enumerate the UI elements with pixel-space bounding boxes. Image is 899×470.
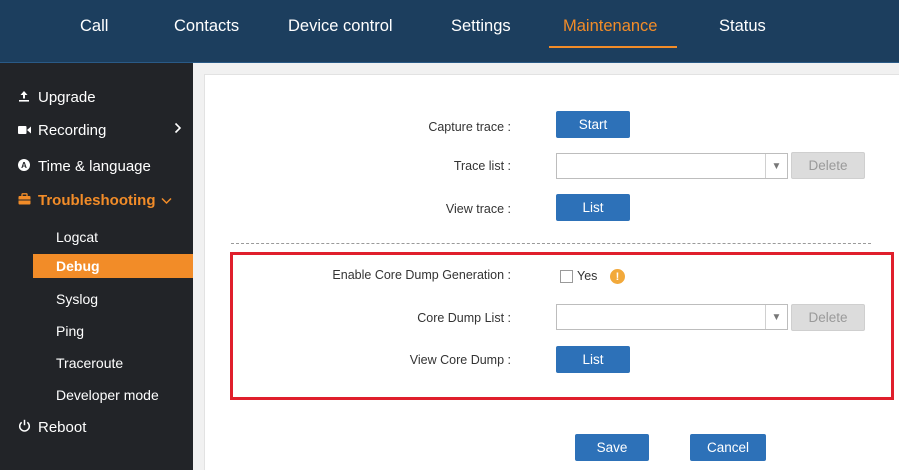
sidebar-subitem-ping[interactable]: Ping [56, 323, 84, 339]
tab-contacts[interactable]: Contacts [174, 17, 239, 36]
start-capture-button[interactable]: Start [556, 111, 630, 138]
sidebar-subitem-debug[interactable]: Debug [56, 258, 100, 274]
trace-list-select[interactable]: ▼ [556, 153, 788, 179]
section-divider [231, 243, 871, 244]
video-camera-icon [18, 124, 33, 138]
sidebar-item-label: Upgrade [38, 89, 96, 106]
language-icon: A [18, 159, 33, 174]
sidebar-subitem-syslog[interactable]: Syslog [56, 291, 98, 307]
core-dump-highlight-box [230, 252, 894, 400]
sidebar-item-reboot[interactable]: Reboot [18, 419, 86, 436]
sidebar-item-label: Time & language [38, 158, 151, 175]
trace-list-label: Trace list : [453, 159, 511, 173]
tab-status[interactable]: Status [719, 17, 766, 36]
sidebar-item-label: Recording [38, 122, 107, 139]
tab-device-control[interactable]: Device control [288, 17, 393, 36]
tab-settings[interactable]: Settings [451, 17, 511, 36]
tab-call[interactable]: Call [80, 17, 108, 36]
upload-icon [18, 90, 33, 105]
sidebar-item-label: Reboot [38, 419, 87, 436]
top-navigation-bar: Call Contacts Device control Settings Ma… [0, 0, 899, 63]
view-trace-label: View trace : [445, 202, 511, 216]
cancel-button[interactable]: Cancel [690, 434, 766, 461]
sidebar-subitem-traceroute[interactable]: Traceroute [56, 355, 123, 371]
sidebar-subitem-logcat[interactable]: Logcat [56, 229, 98, 245]
active-tab-underline [549, 46, 677, 48]
sidebar-item-label: Troubleshooting [38, 192, 156, 209]
power-icon [18, 419, 33, 435]
dropdown-arrow-icon: ▼ [765, 154, 787, 178]
tab-maintenance[interactable]: Maintenance [563, 17, 657, 36]
sidebar-subitem-developer-mode[interactable]: Developer mode [56, 387, 159, 403]
sidebar-item-recording[interactable]: Recording [18, 122, 106, 139]
sidebar-item-time-language[interactable]: A Time & language [18, 158, 151, 175]
list-trace-button[interactable]: List [556, 194, 630, 221]
save-button[interactable]: Save [575, 434, 649, 461]
delete-trace-button[interactable]: Delete [791, 152, 865, 179]
sidebar-item-upgrade[interactable]: Upgrade [18, 89, 96, 106]
toolbox-icon [18, 193, 33, 208]
capture-trace-label: Capture trace : [428, 120, 511, 134]
sidebar-item-troubleshooting[interactable]: Troubleshooting [18, 192, 172, 209]
sidebar: Upgrade Recording A Time & language Trou… [0, 63, 193, 470]
chevron-down-icon [161, 192, 172, 209]
svg-text:A: A [21, 161, 27, 170]
chevron-right-icon [174, 121, 182, 139]
